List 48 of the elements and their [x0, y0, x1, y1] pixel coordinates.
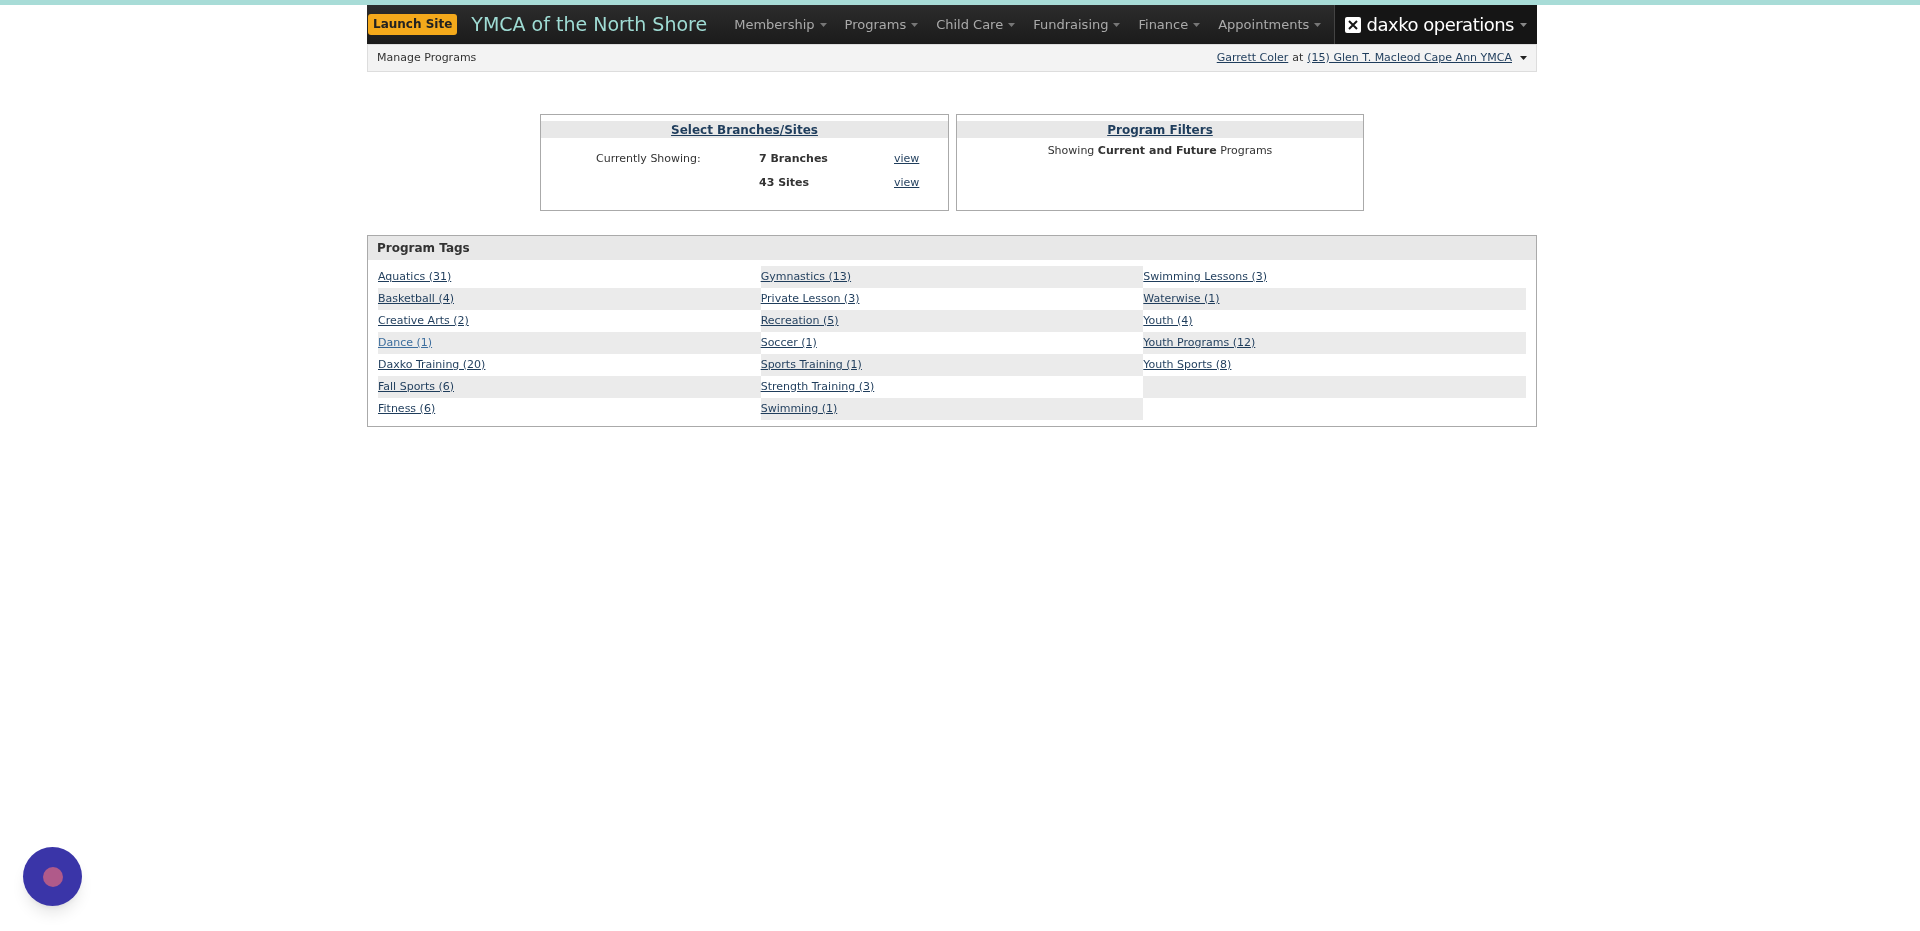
caret-icon	[1113, 22, 1121, 27]
nav-menu-item[interactable]: Appointments	[1209, 5, 1331, 44]
showing-label: Currently Showing:	[595, 151, 702, 167]
caret-icon	[819, 22, 827, 27]
nav-menu-item[interactable]: Programs	[835, 5, 928, 44]
dot-icon	[42, 866, 63, 887]
tag-link[interactable]: Private Lesson (3)	[760, 290, 860, 308]
panel-title: Program Tags	[377, 240, 470, 257]
tag-link[interactable]: Soccer (1)	[760, 334, 817, 352]
caret-icon	[911, 22, 919, 27]
tag-link[interactable]: Recreation (5)	[760, 312, 839, 330]
filter-summary: Showing Current and Future Programs	[1047, 144, 1273, 157]
chat-button[interactable]	[23, 847, 82, 906]
caret-icon	[1008, 22, 1016, 27]
tag-link[interactable]: Fitness (6)	[378, 400, 436, 418]
tag-link[interactable]: Swimming (1)	[760, 400, 838, 418]
caret-icon	[1520, 22, 1527, 27]
tag-link[interactable]: Gymnastics (13)	[760, 268, 852, 286]
view-link[interactable]: view	[894, 151, 920, 168]
site-title: YMCA of the North Shore	[471, 12, 708, 38]
tag-link[interactable]: Strength Training (3)	[760, 378, 875, 396]
tag-link[interactable]: Aquatics (31)	[378, 268, 452, 286]
tag-link[interactable]: Youth (4)	[1143, 312, 1193, 330]
tag-link[interactable]: Daxko Training (20)	[378, 356, 486, 374]
tag-link[interactable]: Waterwise (1)	[1143, 290, 1220, 308]
page-title: Manage Programs	[377, 49, 477, 66]
launch-site-button[interactable]: Launch Site	[368, 14, 458, 35]
tag-link[interactable]: Dance (1)	[378, 334, 433, 352]
brand-logo[interactable]: daxko operations	[1333, 5, 1537, 44]
nav-menu-item[interactable]: Finance	[1129, 5, 1210, 44]
tag-link[interactable]: Fall Sports (6)	[378, 378, 454, 396]
caret-icon	[1314, 22, 1322, 27]
tag-link[interactable]: Creative Arts (2)	[378, 312, 469, 330]
view-link[interactable]: view	[894, 174, 920, 191]
tag-link[interactable]: Youth Sports (8)	[1143, 356, 1232, 374]
user-link[interactable]: Garrett Coler	[1216, 49, 1289, 67]
tag-link[interactable]: Basketball (4)	[378, 290, 454, 308]
nav-menu-item[interactable]: Child Care	[927, 5, 1025, 44]
caret-icon	[1193, 22, 1201, 27]
caret-icon	[1520, 56, 1527, 60]
joiner-text: at	[1292, 49, 1304, 66]
tag-link[interactable]: Swimming Lessons (3)	[1143, 268, 1267, 286]
nav-menu-item[interactable]: Fundraising	[1024, 5, 1130, 44]
location-link[interactable]: (15) Glen T. Macleod Cape Ann YMCA	[1307, 49, 1512, 67]
count-text: 43 Sites	[759, 174, 811, 191]
x-square-icon	[1344, 16, 1361, 33]
count-text: 7 Branches	[759, 151, 829, 167]
nav-menu-item[interactable]: Membership	[725, 5, 836, 44]
